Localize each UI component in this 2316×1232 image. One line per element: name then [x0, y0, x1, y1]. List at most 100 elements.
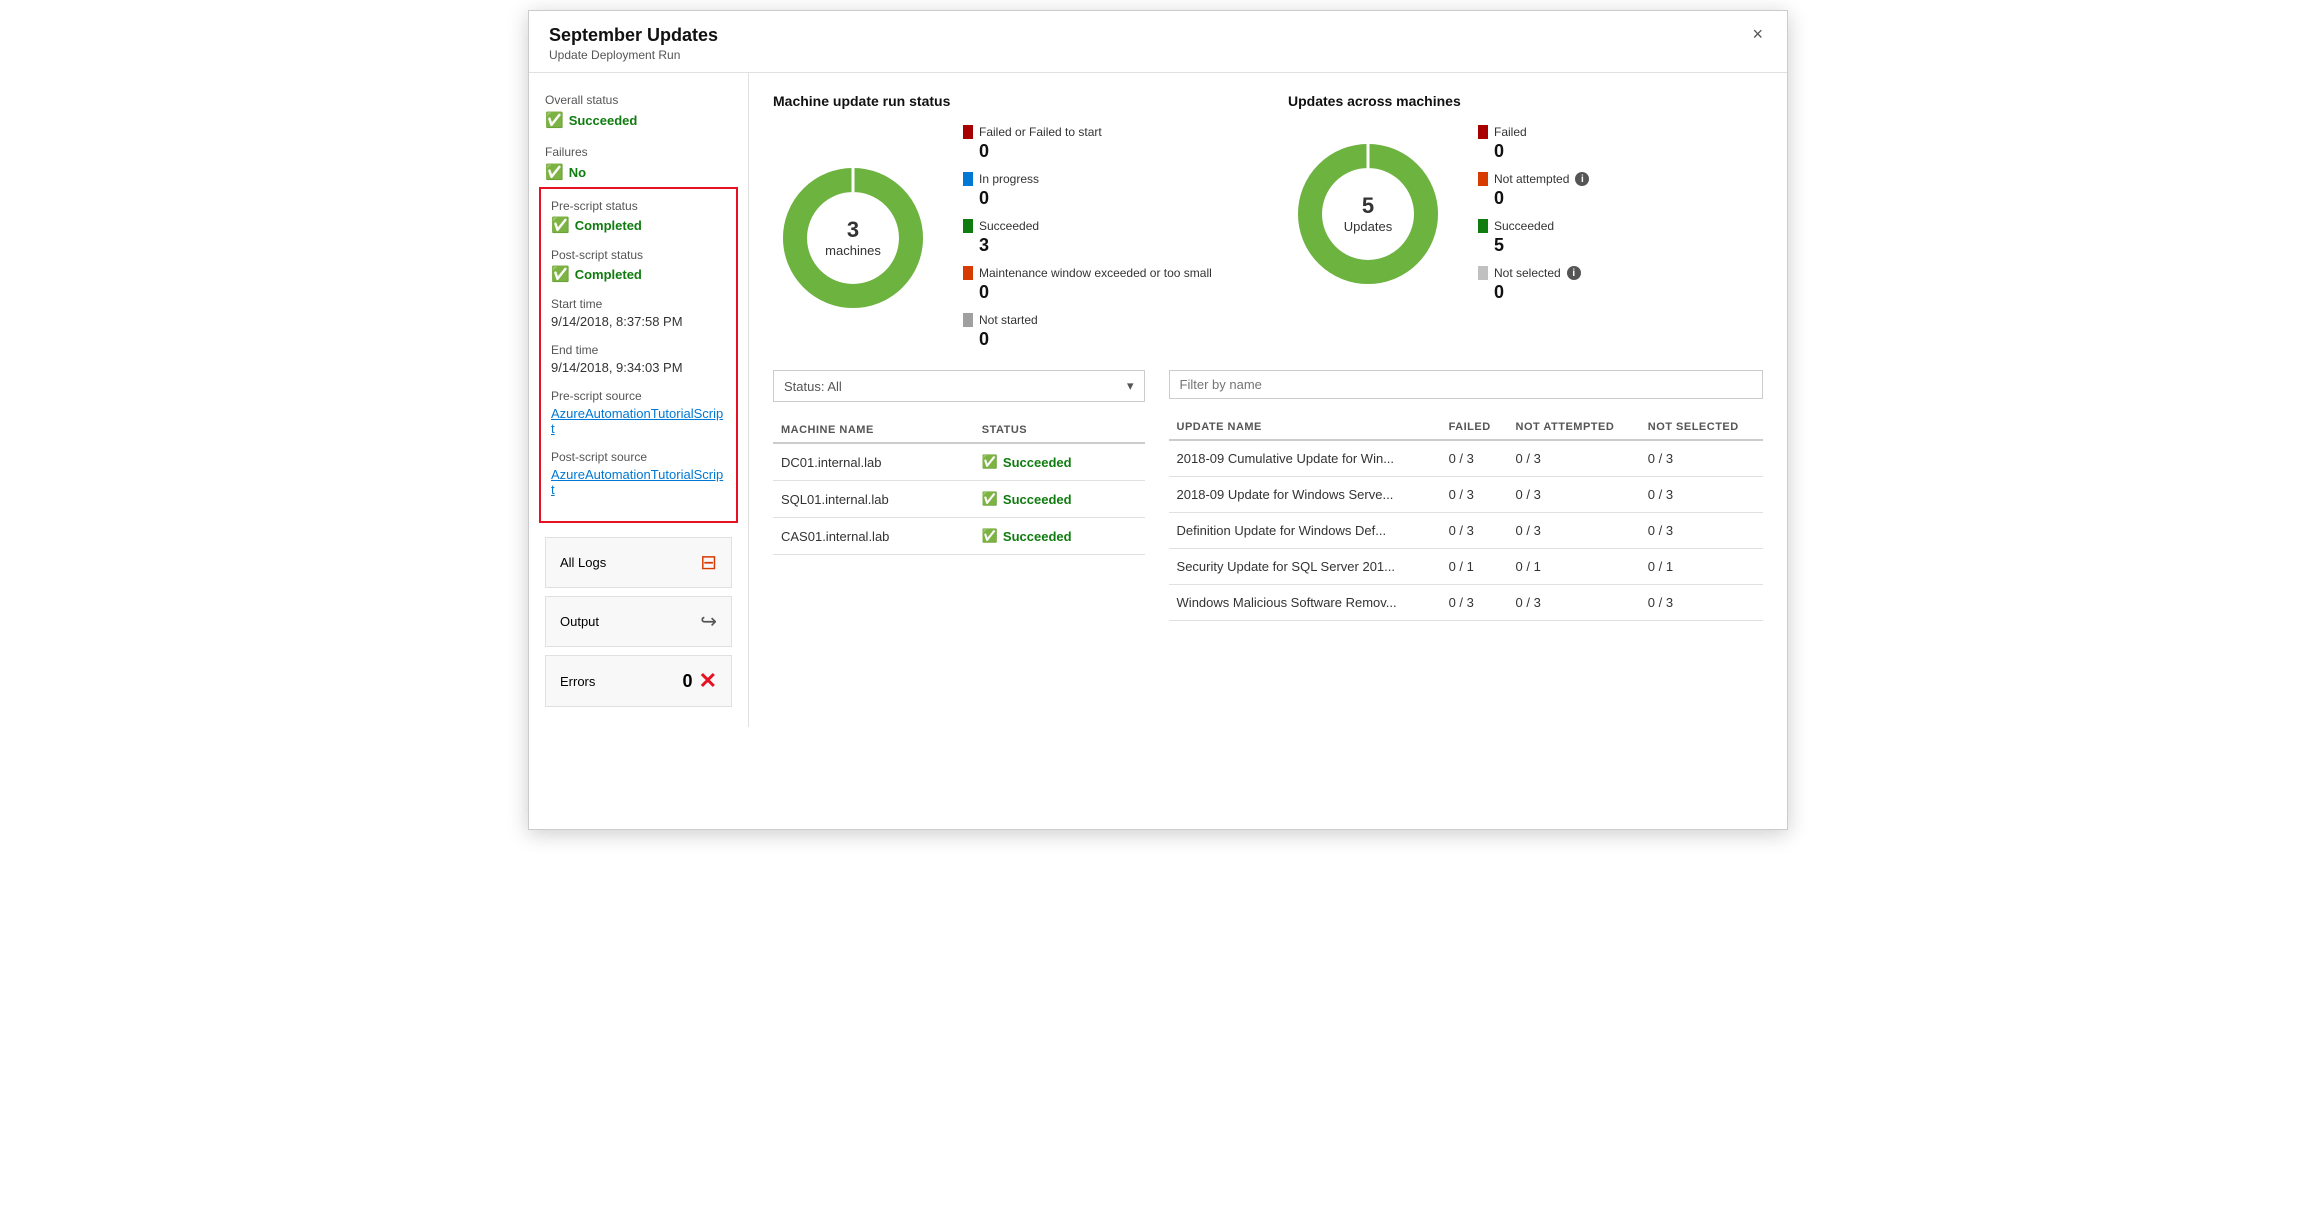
table-row: Definition Update for Windows Def... 0 /… [1169, 513, 1763, 549]
update-not-attempted-cell: 0 / 3 [1508, 513, 1640, 549]
legend-count-failed: 0 [963, 141, 1212, 162]
table-row: CAS01.internal.lab ✅ Succeeded [773, 518, 1145, 555]
updates-legend-count-not-attempted: 0 [1478, 188, 1589, 209]
update-not-selected-col-header: NOT SELECTED [1640, 415, 1763, 440]
legend-bar-green [963, 219, 973, 233]
updates-legend-bar-light-gray [1478, 266, 1488, 280]
left-panel: Overall status ✅ Succeeded Failures ✅ No… [529, 73, 749, 727]
update-failed-cell: 0 / 1 [1441, 549, 1508, 585]
updates-legend-not-attempted: Not attempted i 0 [1478, 172, 1589, 209]
machine-chart-legend: Failed or Failed to start 0 In progress … [963, 125, 1212, 350]
machine-donut-container: 3 machines [773, 158, 933, 318]
succeeded-check-icon: ✅ [545, 111, 564, 129]
updates-legend-not-selected: Not selected i 0 [1478, 266, 1589, 303]
dropdown-chevron-icon: ▾ [1127, 378, 1134, 394]
charts-row: Machine update run status [773, 93, 1763, 350]
machine-status-check-icon: ✅ [982, 528, 998, 544]
failures-value: ✅ No [545, 163, 732, 181]
machine-donut-label: 3 machines [825, 217, 881, 259]
updates-chart-section: Updates across machines 5 Updates [1288, 93, 1763, 350]
not-selected-info-icon[interactable]: i [1567, 266, 1581, 280]
status-filter-dropdown[interactable]: Status: All ▾ [773, 370, 1145, 402]
pre-script-source-link[interactable]: AzureAutomationTutorialScript [551, 406, 726, 436]
updates-section: UPDATE NAME FAILED NOT ATTEMPTED NOT SEL… [1169, 370, 1763, 621]
errors-label: Errors [560, 674, 595, 689]
updates-table-header: UPDATE NAME FAILED NOT ATTEMPTED NOT SEL… [1169, 415, 1763, 440]
machine-name-cell: DC01.internal.lab [773, 443, 974, 481]
overall-status-value: ✅ Succeeded [545, 111, 732, 129]
legend-label-inprogress: In progress [979, 172, 1039, 186]
post-script-check-icon: ✅ [551, 265, 570, 283]
update-not-selected-cell: 0 / 3 [1640, 440, 1763, 477]
update-name-cell: Definition Update for Windows Def... [1169, 513, 1441, 549]
legend-bar-red [963, 125, 973, 139]
update-name-col-header: UPDATE NAME [1169, 415, 1441, 440]
all-logs-label: All Logs [560, 555, 606, 570]
pre-script-status-value: ✅ Completed [551, 216, 726, 234]
output-button[interactable]: Output ↪ [545, 596, 732, 647]
machine-status-check-icon: ✅ [982, 491, 998, 507]
update-failed-cell: 0 / 3 [1441, 513, 1508, 549]
update-not-attempted-cell: 0 / 1 [1508, 549, 1640, 585]
legend-label-notstarted: Not started [979, 313, 1038, 327]
legend-item-failed: Failed or Failed to start 0 [963, 125, 1212, 162]
legend-item-inprogress: In progress 0 [963, 172, 1212, 209]
legend-count-succeeded: 3 [963, 235, 1212, 256]
no-failures-icon: ✅ [545, 163, 564, 181]
legend-item-notstarted: Not started 0 [963, 313, 1212, 350]
legend-bar-gray [963, 313, 973, 327]
end-time-label: End time [551, 343, 726, 357]
legend-label-failed: Failed or Failed to start [979, 125, 1102, 139]
update-failed-cell: 0 / 3 [1441, 477, 1508, 513]
legend-count-maintenance: 0 [963, 282, 1212, 303]
errors-button[interactable]: Errors 0 ✕ [545, 655, 732, 707]
not-attempted-info-icon[interactable]: i [1575, 172, 1589, 186]
updates-table-body: 2018-09 Cumulative Update for Win... 0 /… [1169, 440, 1763, 621]
post-script-status-value: ✅ Completed [551, 265, 726, 283]
modal-subtitle: Update Deployment Run [549, 48, 718, 62]
legend-count-inprogress: 0 [963, 188, 1212, 209]
post-script-status-label: Post-script status [551, 248, 726, 262]
machine-chart-title: Machine update run status [773, 93, 1248, 109]
table-row: Windows Malicious Software Remov... 0 / … [1169, 585, 1763, 621]
updates-filter-bar[interactable] [1169, 370, 1763, 399]
close-button[interactable]: × [1748, 25, 1767, 43]
pre-script-status-label: Pre-script status [551, 199, 726, 213]
output-icon: ↪ [700, 609, 717, 634]
update-name-cell: Security Update for SQL Server 201... [1169, 549, 1441, 585]
pre-script-source-group: Pre-script source AzureAutomationTutoria… [551, 389, 726, 436]
post-script-status-group: Post-script status ✅ Completed [551, 248, 726, 283]
modal-title: September Updates [549, 25, 718, 46]
highlighted-section: Pre-script status ✅ Completed Post-scrip… [539, 187, 738, 523]
post-script-source-link[interactable]: AzureAutomationTutorialScript [551, 467, 726, 497]
update-not-attempted-cell: 0 / 3 [1508, 585, 1640, 621]
update-name-cell: 2018-09 Cumulative Update for Win... [1169, 440, 1441, 477]
updates-filter-input[interactable] [1180, 377, 1752, 392]
update-name-cell: Windows Malicious Software Remov... [1169, 585, 1441, 621]
table-row: 2018-09 Update for Windows Serve... 0 / … [1169, 477, 1763, 513]
machines-table-body: DC01.internal.lab ✅ Succeeded SQL01.inte… [773, 443, 1145, 555]
machines-table-header: MACHINE NAME STATUS [773, 418, 1145, 443]
update-not-attempted-cell: 0 / 3 [1508, 440, 1640, 477]
update-failed-cell: 0 / 3 [1441, 585, 1508, 621]
update-not-selected-cell: 0 / 1 [1640, 549, 1763, 585]
legend-bar-blue [963, 172, 973, 186]
modal-header: September Updates Update Deployment Run … [529, 11, 1787, 73]
updates-legend-failed: Failed 0 [1478, 125, 1589, 162]
update-not-selected-cell: 0 / 3 [1640, 477, 1763, 513]
updates-header-row: UPDATE NAME FAILED NOT ATTEMPTED NOT SEL… [1169, 415, 1763, 440]
pre-script-source-label: Pre-script source [551, 389, 726, 403]
updates-table: UPDATE NAME FAILED NOT ATTEMPTED NOT SEL… [1169, 415, 1763, 621]
modal-container: September Updates Update Deployment Run … [528, 10, 1788, 830]
legend-count-notstarted: 0 [963, 329, 1212, 350]
updates-legend-label-succeeded: Succeeded [1494, 219, 1554, 233]
update-not-attempted-cell: 0 / 3 [1508, 477, 1640, 513]
legend-label-maintenance: Maintenance window exceeded or too small [979, 266, 1212, 280]
updates-legend-count-not-selected: 0 [1478, 282, 1589, 303]
all-logs-button[interactable]: All Logs ⊟ [545, 537, 732, 588]
machine-status-cell: ✅ Succeeded [974, 518, 1145, 555]
machines-table: MACHINE NAME STATUS DC01.internal.lab ✅ … [773, 418, 1145, 555]
end-time-group: End time 9/14/2018, 9:34:03 PM [551, 343, 726, 375]
updates-legend-count-failed: 0 [1478, 141, 1589, 162]
start-time-label: Start time [551, 297, 726, 311]
